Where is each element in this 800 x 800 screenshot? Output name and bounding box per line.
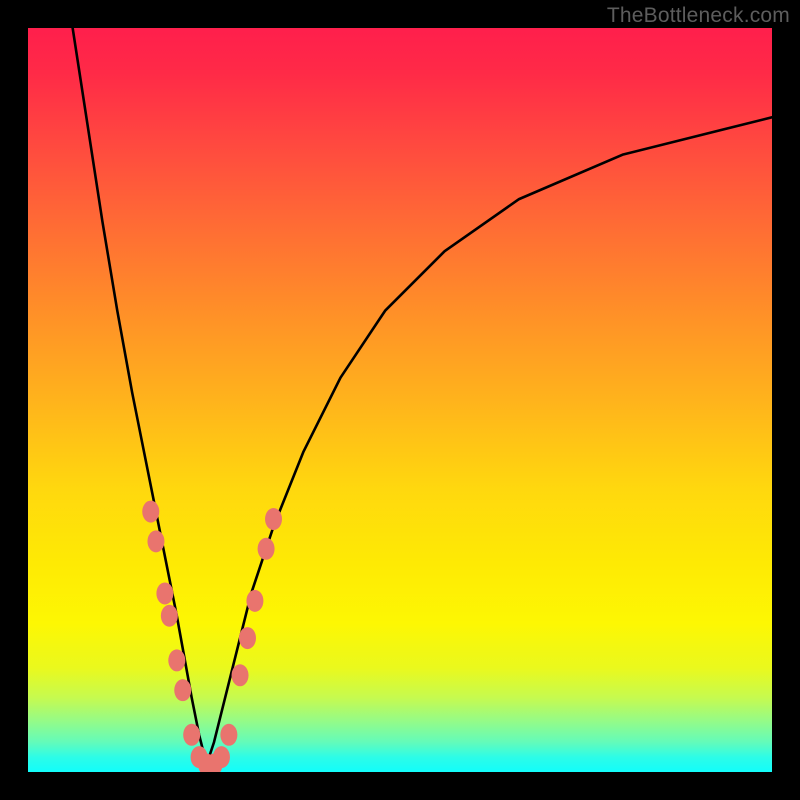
curve-markers xyxy=(142,501,282,772)
marker-point xyxy=(258,538,275,560)
marker-point xyxy=(183,724,200,746)
marker-point xyxy=(161,605,178,627)
curve-right-branch xyxy=(207,117,772,764)
marker-point xyxy=(213,746,230,768)
curve-left-branch xyxy=(73,28,207,765)
marker-point xyxy=(232,664,249,686)
plot-area xyxy=(28,28,772,772)
watermark-text: TheBottleneck.com xyxy=(607,4,790,28)
marker-point xyxy=(239,627,256,649)
marker-point xyxy=(265,508,282,530)
curve-layer xyxy=(28,28,772,772)
marker-point xyxy=(174,679,191,701)
marker-point xyxy=(246,590,263,612)
chart-frame: TheBottleneck.com xyxy=(0,0,800,800)
marker-point xyxy=(142,501,159,523)
marker-point xyxy=(168,649,185,671)
marker-point xyxy=(220,724,237,746)
marker-point xyxy=(147,530,164,552)
marker-point xyxy=(156,582,173,604)
